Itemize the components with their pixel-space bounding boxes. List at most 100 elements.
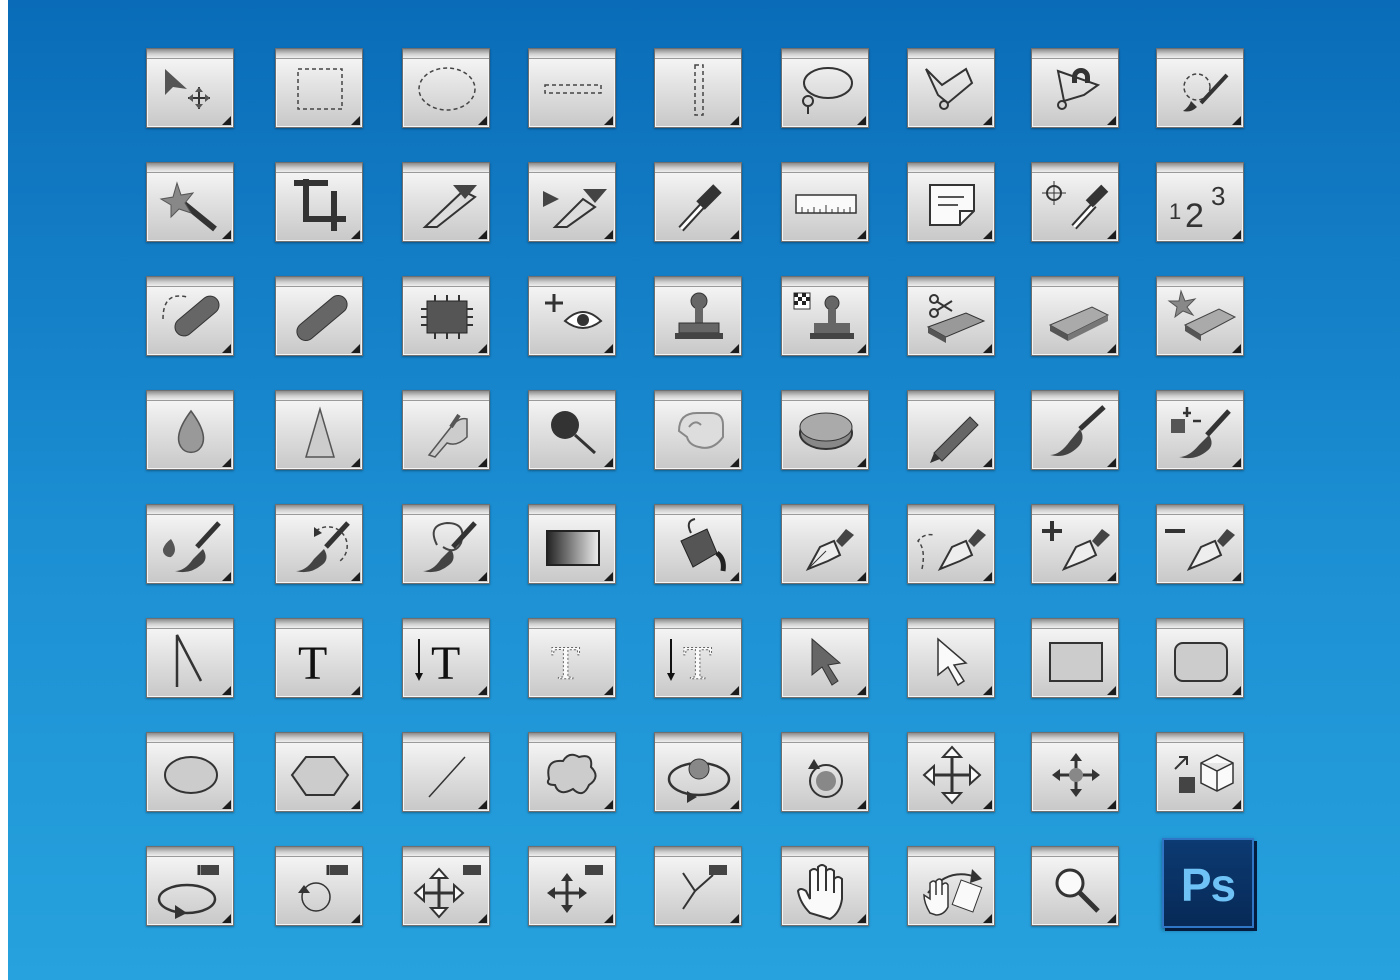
tool-tile-burn[interactable] bbox=[654, 390, 742, 470]
gradient-icon bbox=[546, 530, 600, 566]
tool-tile-delete-anchor-point[interactable] bbox=[1156, 504, 1244, 584]
tool-tile-background-eraser[interactable] bbox=[907, 276, 995, 356]
elliptical-marquee-icon bbox=[418, 67, 476, 111]
tool-tile-perspective-crop[interactable] bbox=[402, 162, 490, 242]
line-icon bbox=[428, 756, 466, 798]
custom-shape-icon bbox=[546, 753, 597, 795]
convert-point-icon bbox=[175, 634, 203, 687]
art-history-brush-icon bbox=[423, 521, 477, 573]
tool-tile-lasso[interactable] bbox=[781, 48, 869, 128]
rectangle-icon bbox=[1049, 642, 1103, 682]
tool-tile-eyedropper[interactable] bbox=[654, 162, 742, 242]
spot-healing-brush-icon bbox=[162, 295, 220, 337]
tool-tile-spot-healing-brush[interactable] bbox=[146, 276, 234, 356]
freeform-pen-icon bbox=[917, 529, 986, 571]
tool-tile-path-selection[interactable] bbox=[781, 618, 869, 698]
note-icon bbox=[929, 184, 975, 226]
tool-tile-3d-object-pan[interactable] bbox=[907, 732, 995, 812]
tool-tile-line[interactable] bbox=[402, 732, 490, 812]
tool-tile-sponge[interactable] bbox=[781, 390, 869, 470]
tool-tile-polygonal-lasso[interactable] bbox=[907, 48, 995, 128]
tool-tile-dodge[interactable] bbox=[528, 390, 616, 470]
tool-tile-eraser[interactable] bbox=[1031, 276, 1119, 356]
tool-tile-3d-object-slide[interactable] bbox=[1031, 732, 1119, 812]
tool-tile-zoom[interactable] bbox=[1031, 846, 1119, 926]
tool-tile-3d-camera-pan[interactable] bbox=[402, 846, 490, 926]
tool-tile-magnetic-lasso[interactable] bbox=[1031, 48, 1119, 128]
tool-tile-history-brush[interactable] bbox=[275, 504, 363, 584]
healing-brush-icon bbox=[296, 295, 348, 341]
magic-wand-icon bbox=[159, 181, 217, 232]
tool-tile-freeform-pen[interactable] bbox=[907, 504, 995, 584]
tool-tile-3d-object-roll[interactable] bbox=[781, 732, 869, 812]
tool-tile-count[interactable]: 123 bbox=[1156, 162, 1244, 242]
magnetic-lasso-icon bbox=[1056, 68, 1101, 110]
tool-tile-hand[interactable] bbox=[781, 846, 869, 926]
clone-stamp-icon bbox=[675, 292, 723, 339]
patch-icon bbox=[421, 295, 473, 339]
tool-tile-rectangle[interactable] bbox=[1031, 618, 1119, 698]
tool-tile-magic-eraser[interactable] bbox=[1156, 276, 1244, 356]
tool-tile-move-tool[interactable] bbox=[146, 48, 234, 128]
tool-tile-3d-camera-walk[interactable] bbox=[528, 846, 616, 926]
tool-tile-vertical-type[interactable]: T bbox=[402, 618, 490, 698]
tool-tile-clone-stamp[interactable] bbox=[654, 276, 742, 356]
tool-tile-pattern-stamp[interactable] bbox=[781, 276, 869, 356]
pattern-stamp-icon bbox=[793, 292, 854, 339]
tool-tile-convert-point[interactable] bbox=[146, 618, 234, 698]
tool-tile-rotate-view[interactable] bbox=[907, 846, 995, 926]
tool-tile-elliptical-marquee[interactable] bbox=[402, 48, 490, 128]
tool-tile-ruler[interactable] bbox=[781, 162, 869, 242]
tool-tile-sharpen[interactable] bbox=[275, 390, 363, 470]
tool-tile-direct-selection[interactable] bbox=[907, 618, 995, 698]
tool-tile-art-history-brush[interactable] bbox=[402, 504, 490, 584]
tool-tile-3d-camera-rotate[interactable] bbox=[146, 846, 234, 926]
tool-tile-add-anchor-point[interactable] bbox=[1031, 504, 1119, 584]
tool-tile-color-sampler[interactable] bbox=[1031, 162, 1119, 242]
burn-icon bbox=[677, 412, 724, 449]
tool-tile-rounded-rectangle[interactable] bbox=[1156, 618, 1244, 698]
tool-tile-crop[interactable] bbox=[275, 162, 363, 242]
single-column-marquee-icon bbox=[694, 64, 704, 116]
polygonal-lasso-icon bbox=[925, 67, 974, 110]
tool-tile-magic-wand[interactable] bbox=[146, 162, 234, 242]
tool-tile-healing-brush[interactable] bbox=[275, 276, 363, 356]
tool-tile-gradient[interactable] bbox=[528, 504, 616, 584]
polygon-icon bbox=[290, 756, 350, 796]
tool-tile-note[interactable] bbox=[907, 162, 995, 242]
tool-tile-vertical-type-mask[interactable]: T bbox=[654, 618, 742, 698]
path-selection-icon bbox=[811, 637, 842, 686]
tool-tile-single-row-marquee[interactable] bbox=[528, 48, 616, 128]
dodge-icon bbox=[551, 411, 597, 455]
tool-tile-paint-bucket[interactable] bbox=[654, 504, 742, 584]
3d-object-scale-icon bbox=[1174, 754, 1234, 793]
tool-tile-quick-selection[interactable] bbox=[1156, 48, 1244, 128]
svg-text:T: T bbox=[431, 637, 460, 690]
tool-tile-3d-camera-zoom[interactable] bbox=[654, 846, 742, 926]
tool-tile-3d-object-scale[interactable] bbox=[1156, 732, 1244, 812]
tool-tile-ellipse[interactable] bbox=[146, 732, 234, 812]
icon-grid: 123 T T T T bbox=[0, 0, 1400, 980]
brush-icon bbox=[1050, 405, 1106, 456]
logo-text: Ps bbox=[1180, 859, 1236, 911]
tool-tile-red-eye[interactable] bbox=[528, 276, 616, 356]
tool-tile-blur[interactable] bbox=[146, 390, 234, 470]
tool-tile-single-column-marquee[interactable] bbox=[654, 48, 742, 128]
tool-tile-mixer-brush[interactable] bbox=[146, 504, 234, 584]
tool-tile-patch[interactable] bbox=[402, 276, 490, 356]
smudge-icon bbox=[427, 413, 468, 458]
tool-tile-horizontal-type[interactable]: T bbox=[275, 618, 363, 698]
tool-tile-polygon[interactable] bbox=[275, 732, 363, 812]
tool-tile-3d-object-rotate[interactable] bbox=[654, 732, 742, 812]
tool-tile-horizontal-type-mask[interactable]: T bbox=[528, 618, 616, 698]
tool-tile-smudge[interactable] bbox=[402, 390, 490, 470]
mixer-brush-icon bbox=[162, 521, 221, 573]
tool-tile-slice[interactable] bbox=[528, 162, 616, 242]
tool-tile-pen[interactable] bbox=[781, 504, 869, 584]
tool-tile-brush[interactable] bbox=[1031, 390, 1119, 470]
tool-tile-pencil[interactable] bbox=[907, 390, 995, 470]
tool-tile-3d-camera-roll[interactable] bbox=[275, 846, 363, 926]
tool-tile-color-replacement[interactable] bbox=[1156, 390, 1244, 470]
tool-tile-custom-shape[interactable] bbox=[528, 732, 616, 812]
tool-tile-rectangular-marquee[interactable] bbox=[275, 48, 363, 128]
